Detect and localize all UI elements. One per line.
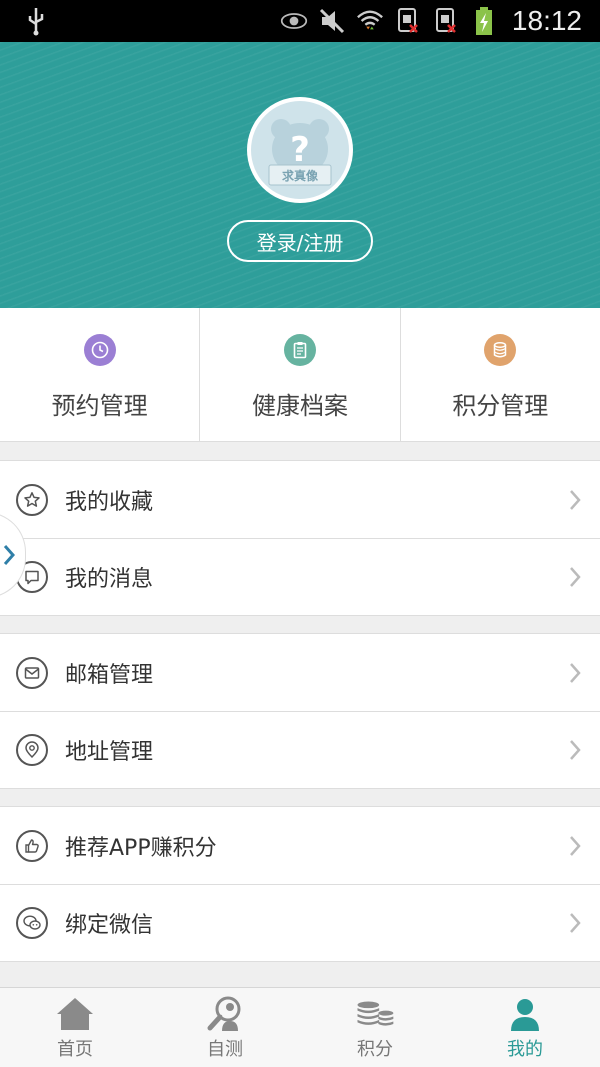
login-register-button[interactable]: 登录/注册: [227, 220, 373, 262]
avatar-placeholder-icon: ? 求真像: [251, 101, 349, 199]
clock-text: 18:12: [511, 5, 582, 36]
menu-item-label: 绑定微信: [65, 913, 154, 938]
menu-item-label: 推荐APP赚积分: [65, 835, 217, 861]
chevron-right-icon: [570, 662, 581, 683]
sim1-no-signal-icon: [394, 7, 422, 35]
quick-item-label: 预约管理: [51, 392, 148, 420]
chevron-right-icon: [570, 913, 581, 933]
clock-icon: [83, 334, 116, 366]
menu-group-2: 邮箱管理 地址管理: [0, 633, 600, 789]
chevron-right-icon: [3, 545, 15, 565]
home-icon: [55, 995, 95, 1033]
quick-item-label: 积分管理: [452, 392, 549, 420]
nav-points[interactable]: 积分: [300, 988, 450, 1067]
nav-label: 自测: [207, 1038, 243, 1060]
menu-group-3: 推荐APP赚积分 绑定微信: [0, 806, 600, 962]
menu-item-label: 地址管理: [65, 740, 154, 765]
avatar-caption: 求真像: [281, 169, 318, 183]
coins-icon: [355, 995, 395, 1033]
menu-item-label: 我的消息: [65, 567, 154, 592]
eye-icon: [280, 7, 308, 35]
menu-group-1: 我的收藏 我的消息: [0, 460, 600, 616]
wifi-icon: [356, 7, 384, 35]
self-test-icon: [205, 995, 245, 1033]
nav-label: 首页: [57, 1038, 93, 1060]
chevron-right-icon: [570, 740, 581, 760]
nav-mine[interactable]: 我的: [450, 988, 600, 1067]
database-icon: [484, 334, 517, 366]
clipboard-icon: [283, 334, 316, 366]
battery-charging-icon: [470, 7, 498, 35]
user-icon: [505, 995, 545, 1033]
status-bar: 18:12: [0, 0, 600, 42]
star-icon: [16, 483, 48, 516]
mail-icon: [16, 656, 48, 689]
menu-item-label: 我的收藏: [65, 489, 154, 515]
svg-text:?: ?: [290, 130, 310, 170]
menu-item-address[interactable]: 地址管理: [0, 711, 600, 788]
menu-item-email[interactable]: 邮箱管理: [0, 634, 600, 711]
chevron-right-icon: [570, 489, 581, 510]
chevron-right-icon: [570, 567, 581, 587]
usb-icon: [22, 7, 50, 36]
quick-item-label: 健康档案: [251, 392, 348, 420]
menu-item-label: 邮箱管理: [65, 662, 154, 688]
location-icon: [16, 734, 48, 766]
menu-item-messages[interactable]: 我的消息: [0, 538, 600, 615]
quick-item-health-record[interactable]: 健康档案: [200, 308, 401, 441]
quick-item-appointment[interactable]: 预约管理: [0, 308, 201, 441]
sim2-no-signal-icon: [432, 7, 460, 35]
chevron-right-icon: [570, 835, 581, 856]
nav-home[interactable]: 首页: [0, 988, 150, 1067]
avatar[interactable]: ? 求真像: [247, 97, 353, 203]
quick-item-points[interactable]: 积分管理: [401, 308, 600, 441]
quick-actions: 预约管理 健康档案 积分管理: [0, 308, 600, 442]
profile-header: ? 求真像 登录/注册: [0, 42, 600, 308]
menu-item-recommend-app[interactable]: 推荐APP赚积分: [0, 807, 600, 884]
wechat-icon: [16, 907, 48, 939]
nav-label: 积分: [357, 1038, 393, 1060]
menu-item-favorites[interactable]: 我的收藏: [0, 461, 600, 538]
thumbs-up-icon: [16, 829, 48, 862]
bottom-nav: 首页 自测 积分 我的: [0, 987, 600, 1067]
muted-icon: [318, 7, 346, 35]
nav-self-test[interactable]: 自测: [150, 988, 300, 1067]
nav-label: 我的: [507, 1038, 543, 1060]
menu-item-bind-wechat[interactable]: 绑定微信: [0, 884, 600, 961]
